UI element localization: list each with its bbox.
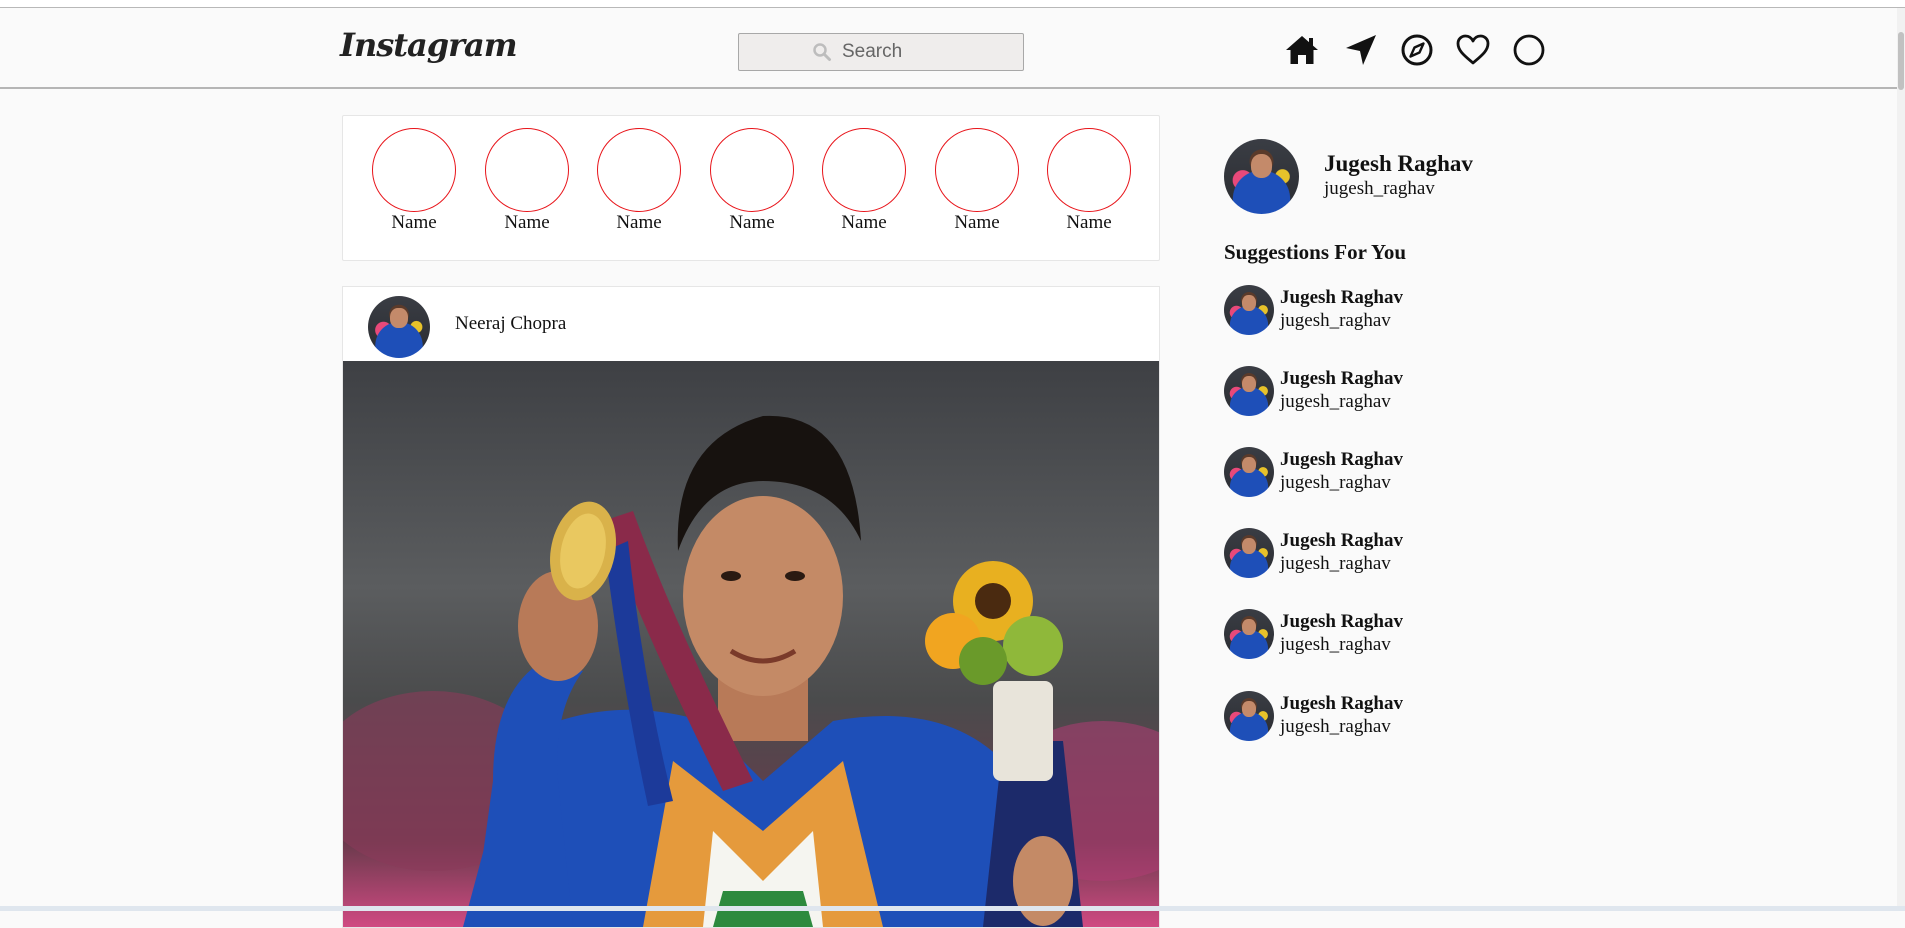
story-ring[interactable] bbox=[485, 128, 569, 212]
search-icon bbox=[812, 42, 832, 62]
vertical-scrollbar[interactable] bbox=[1897, 8, 1905, 911]
story-item[interactable]: Name bbox=[1046, 128, 1132, 234]
suggestion-item[interactable]: Jugesh Raghav jugesh_raghav bbox=[1224, 285, 1524, 335]
story-name: Name bbox=[954, 212, 1000, 233]
suggestion-item[interactable]: Jugesh Raghav jugesh_raghav bbox=[1224, 528, 1524, 578]
suggestion-avatar[interactable] bbox=[1224, 447, 1274, 497]
suggestion-name[interactable]: Jugesh Raghav bbox=[1280, 693, 1403, 715]
suggestion-avatar[interactable] bbox=[1224, 691, 1274, 741]
window-top-border bbox=[0, 0, 1905, 8]
post-image[interactable] bbox=[343, 361, 1159, 927]
instagram-logo[interactable]: Instagram bbox=[340, 26, 518, 64]
suggestion-handle: jugesh_raghav bbox=[1280, 391, 1391, 412]
suggestion-avatar[interactable] bbox=[1224, 366, 1274, 416]
suggestion-handle: jugesh_raghav bbox=[1280, 310, 1391, 331]
home-icon[interactable] bbox=[1284, 32, 1320, 68]
window-bottom-border bbox=[0, 906, 1905, 911]
post-header: Neeraj Chopra bbox=[343, 287, 1159, 361]
suggestion-name[interactable]: Jugesh Raghav bbox=[1280, 449, 1403, 471]
current-user-name[interactable]: Jugesh Raghav bbox=[1324, 151, 1473, 177]
stories-tray: Name Name Name Name Name Name Name bbox=[342, 115, 1160, 261]
suggestion-avatar[interactable] bbox=[1224, 528, 1274, 578]
feed-post: Neeraj Chopra bbox=[342, 286, 1160, 928]
story-name: Name bbox=[616, 212, 662, 233]
suggestion-handle: jugesh_raghav bbox=[1280, 472, 1391, 493]
story-item[interactable]: Name bbox=[484, 128, 570, 234]
suggestion-handle: jugesh_raghav bbox=[1280, 716, 1391, 737]
story-ring[interactable] bbox=[1047, 128, 1131, 212]
suggestion-name[interactable]: Jugesh Raghav bbox=[1280, 287, 1403, 309]
top-navbar: Instagram Search bbox=[0, 8, 1905, 89]
story-ring[interactable] bbox=[372, 128, 456, 212]
search-placeholder: Search bbox=[842, 41, 903, 62]
story-item[interactable]: Name bbox=[821, 128, 907, 234]
suggestion-item[interactable]: Jugesh Raghav jugesh_raghav bbox=[1224, 609, 1524, 659]
profile-circle-icon[interactable] bbox=[1511, 32, 1547, 68]
direct-send-icon[interactable] bbox=[1343, 32, 1379, 68]
suggestion-item[interactable]: Jugesh Raghav jugesh_raghav bbox=[1224, 691, 1524, 741]
scrollbar-thumb[interactable] bbox=[1898, 32, 1904, 90]
suggestion-item[interactable]: Jugesh Raghav jugesh_raghav bbox=[1224, 366, 1524, 416]
story-ring[interactable] bbox=[597, 128, 681, 212]
current-user-handle: jugesh_raghav bbox=[1324, 178, 1435, 199]
suggestion-handle: jugesh_raghav bbox=[1280, 553, 1391, 574]
search-input[interactable]: Search bbox=[738, 33, 1024, 71]
suggestion-item[interactable]: Jugesh Raghav jugesh_raghav bbox=[1224, 447, 1524, 497]
story-item[interactable]: Name bbox=[596, 128, 682, 234]
story-name: Name bbox=[729, 212, 775, 233]
suggestion-name[interactable]: Jugesh Raghav bbox=[1280, 530, 1403, 552]
story-item[interactable]: Name bbox=[709, 128, 795, 234]
suggestion-name[interactable]: Jugesh Raghav bbox=[1280, 368, 1403, 390]
suggestion-name[interactable]: Jugesh Raghav bbox=[1280, 611, 1403, 633]
post-author-avatar[interactable] bbox=[368, 296, 430, 358]
story-name: Name bbox=[841, 212, 887, 233]
story-item[interactable]: Name bbox=[371, 128, 457, 234]
suggestions-title: Suggestions For You bbox=[1224, 240, 1407, 264]
story-ring[interactable] bbox=[822, 128, 906, 212]
heart-icon[interactable] bbox=[1455, 32, 1491, 68]
story-name: Name bbox=[1066, 212, 1112, 233]
explore-compass-icon[interactable] bbox=[1399, 32, 1435, 68]
suggestion-avatar[interactable] bbox=[1224, 609, 1274, 659]
post-author-name[interactable]: Neeraj Chopra bbox=[455, 313, 566, 335]
story-name: Name bbox=[504, 212, 550, 233]
story-ring[interactable] bbox=[710, 128, 794, 212]
story-name: Name bbox=[391, 212, 437, 233]
suggestion-avatar[interactable] bbox=[1224, 285, 1274, 335]
story-item[interactable]: Name bbox=[934, 128, 1020, 234]
suggestion-handle: jugesh_raghav bbox=[1280, 634, 1391, 655]
story-ring[interactable] bbox=[935, 128, 1019, 212]
current-user-avatar[interactable] bbox=[1224, 139, 1299, 214]
